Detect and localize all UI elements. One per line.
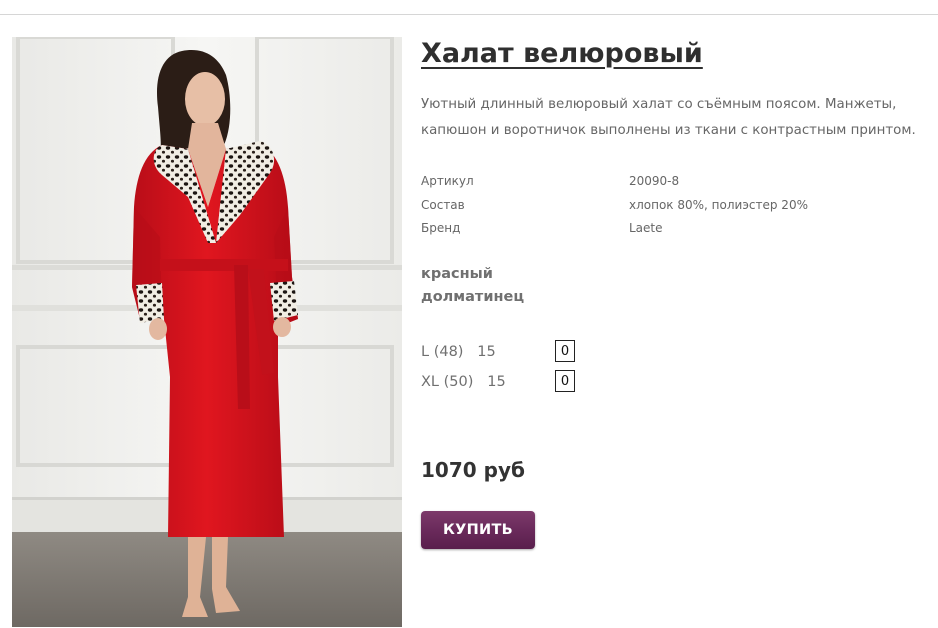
spec-value: хлопок 80%, полиэстер 20% (629, 197, 808, 212)
spec-value: Laete (629, 221, 663, 235)
size-row-xl: XL (50) 15 (421, 369, 591, 399)
product-title: Халат велюровый (421, 38, 703, 69)
quantity-input-l[interactable] (555, 340, 575, 362)
spec-label: Состав (421, 197, 465, 212)
size-label: XL (50) 15 (421, 374, 506, 390)
buy-button[interactable]: КУПИТЬ (421, 511, 535, 549)
spec-value: 20090-8 (629, 174, 680, 188)
color-line: долматинец (421, 289, 525, 305)
quantity-input-xl[interactable] (555, 370, 575, 392)
product-specs: Артикул 20090-8 Состав хлопок 80%, полиэ… (421, 170, 841, 241)
color-label: красный долматинец (421, 263, 524, 309)
spec-row-composition: Состав хлопок 80%, полиэстер 20% (421, 194, 841, 218)
product-price: 1070 руб (421, 458, 525, 482)
spec-label: Артикул (421, 174, 474, 188)
color-line: красный (421, 266, 493, 282)
size-label: L (48) 15 (421, 344, 496, 360)
product-description: Уютный длинный велюровый халат со съёмны… (421, 97, 916, 138)
product-image (12, 37, 402, 627)
size-row-l: L (48) 15 (421, 339, 591, 369)
size-list: L (48) 15 XL (50) 15 (421, 339, 591, 399)
spec-label: Бренд (421, 221, 461, 235)
spec-row-article: Артикул 20090-8 (421, 170, 841, 194)
top-divider (0, 14, 938, 15)
spec-row-brand: Бренд Laete (421, 217, 841, 241)
